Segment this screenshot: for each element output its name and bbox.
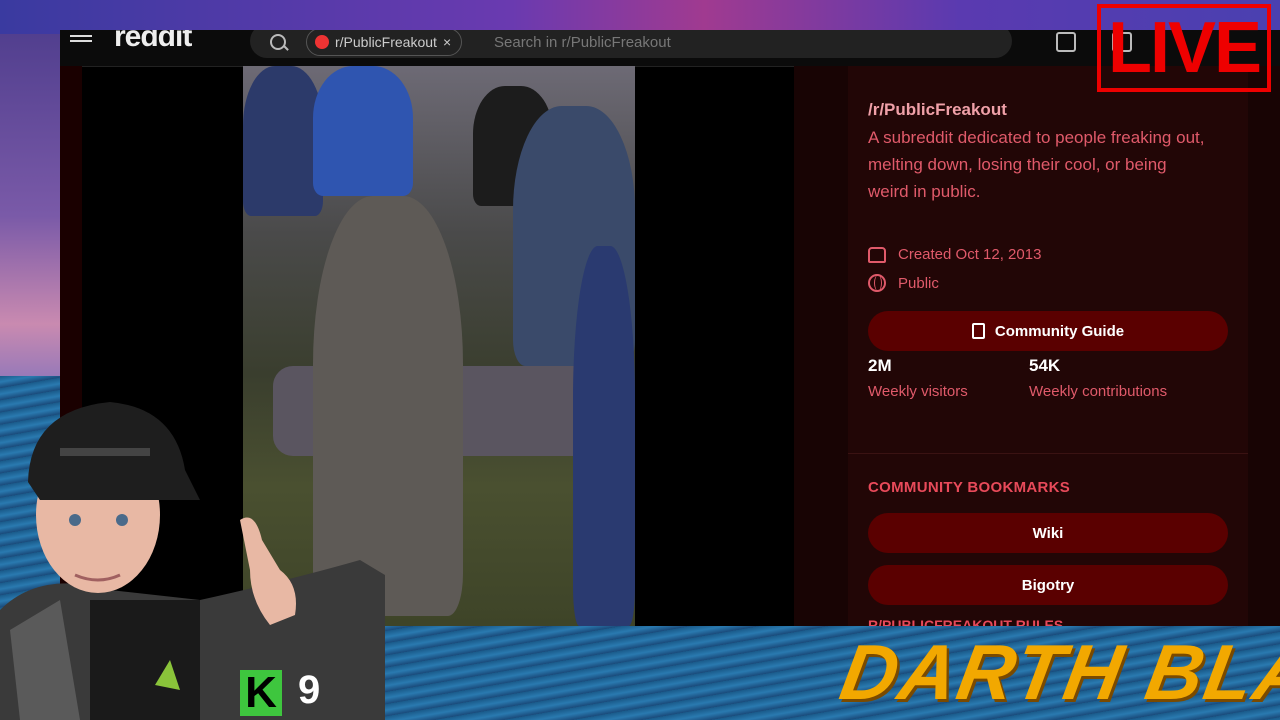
video-figure bbox=[573, 246, 635, 626]
ads-icon[interactable] bbox=[1056, 32, 1076, 52]
cake-icon bbox=[868, 246, 886, 263]
streamer-webcam bbox=[0, 400, 385, 720]
created-date: Created Oct 12, 2013 bbox=[898, 246, 1042, 263]
channel-brand: DARTH BLAZE bbox=[834, 628, 1280, 716]
subreddit-avatar-icon bbox=[315, 35, 329, 49]
visibility-row: Public bbox=[868, 274, 939, 292]
weekly-contributions-label: Weekly contributions bbox=[1029, 383, 1168, 400]
community-guide-button[interactable]: Community Guide bbox=[868, 311, 1228, 351]
video-figure bbox=[313, 66, 413, 196]
streamer-figure bbox=[0, 402, 385, 720]
community-guide-label: Community Guide bbox=[994, 322, 1125, 340]
menu-icon[interactable] bbox=[70, 32, 92, 46]
viewer-count: 9 bbox=[298, 668, 321, 712]
book-icon bbox=[971, 323, 985, 339]
globe-icon bbox=[868, 274, 886, 292]
community-info-card: /r/PublicFreakout A subreddit dedicated … bbox=[848, 66, 1248, 626]
close-icon[interactable]: × bbox=[443, 30, 451, 55]
bookmark-bigotry-button[interactable]: Bigotry bbox=[868, 565, 1228, 605]
subreddit-filter-chip[interactable]: r/PublicFreakout × bbox=[306, 30, 463, 56]
subreddit-name[interactable]: /r/PublicFreakout bbox=[868, 100, 1007, 120]
weekly-visitors-label: Weekly visitors bbox=[868, 383, 968, 400]
chip-label: r/PublicFreakout bbox=[335, 34, 437, 50]
live-badge: LIVE bbox=[1097, 4, 1271, 92]
stream-background-sky bbox=[0, 0, 1280, 34]
visibility-label: Public bbox=[898, 274, 939, 292]
search-icon bbox=[270, 34, 286, 50]
community-sidebar: /r/PublicFreakout A subreddit dedicated … bbox=[794, 66, 1280, 626]
weekly-visitors-value: 2M bbox=[868, 356, 892, 375]
search-input[interactable]: Search in r/PublicFreakout bbox=[494, 34, 671, 51]
bookmark-wiki-button[interactable]: Wiki bbox=[868, 513, 1228, 553]
search-bar[interactable]: r/PublicFreakout × Search in r/PublicFre… bbox=[250, 30, 1012, 58]
reddit-logo[interactable]: reddit bbox=[114, 30, 192, 54]
subreddit-description: A subreddit dedicated to people freaking… bbox=[868, 128, 1205, 201]
weekly-contributions-value: 54K bbox=[1029, 356, 1061, 375]
kick-logo: K bbox=[240, 670, 282, 716]
bookmarks-title: COMMUNITY BOOKMARKS bbox=[868, 479, 1071, 496]
divider bbox=[848, 453, 1248, 454]
created-row: Created Oct 12, 2013 bbox=[868, 246, 1041, 263]
video-figure bbox=[243, 66, 323, 216]
